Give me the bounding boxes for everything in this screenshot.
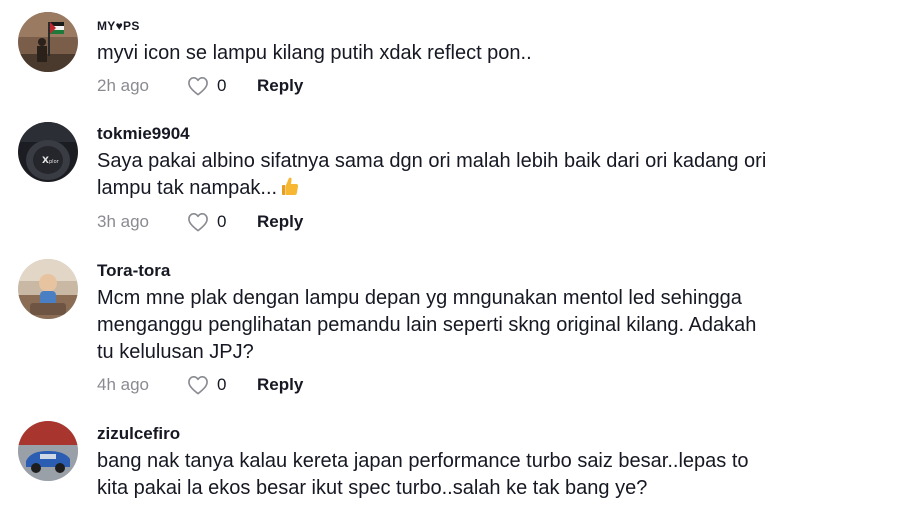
comment-text-line: lampu tak nampak...	[97, 175, 797, 204]
avatar[interactable]	[18, 12, 78, 72]
comment-username[interactable]: zizulcefiro	[97, 424, 180, 444]
comment-text-line: bang nak tanya kalau kereta japan perfor…	[97, 450, 749, 472]
comment-text-line: kita pakai la ekos besar ikut spec turbo…	[97, 477, 648, 499]
comment-text: bang nak tanya kalau kereta japan perfor…	[97, 448, 797, 502]
like-count: 0	[217, 76, 227, 95]
comment-username[interactable]: MY♥PS	[97, 19, 140, 33]
svg-text:plor: plor	[49, 159, 60, 165]
reply-button[interactable]: Reply	[257, 76, 303, 96]
comment-text-line: myvi icon se lampu kilang putih xdak ref…	[97, 42, 532, 64]
comment-text-line: Mcm mne plak dengan lampu depan yg mngun…	[97, 287, 742, 309]
comment-text-line: tu kelulusan JPJ?	[97, 341, 254, 363]
comment-time: 3h ago	[97, 212, 149, 231]
comment-text-fragment: lampu tak nampak...	[97, 177, 278, 199]
avatar[interactable]	[18, 259, 78, 319]
avatar[interactable]	[18, 421, 78, 481]
comment-text-line: Saya pakai albino sifatnya sama dgn ori …	[97, 150, 767, 172]
like-button[interactable]: 0	[187, 212, 257, 232]
comment-text: Mcm mne plak dengan lampu depan yg mngun…	[97, 285, 797, 366]
thumbs-up-emoji-icon	[281, 176, 299, 204]
comment-username[interactable]: tokmie9904	[97, 124, 190, 144]
heart-outline-icon	[188, 376, 208, 395]
like-button[interactable]: 0	[187, 76, 257, 96]
comment-time: 2h ago	[97, 76, 149, 95]
svg-text:X: X	[42, 156, 49, 166]
comment-text-line: menganggu penglihatan pemandu lain seper…	[97, 314, 757, 336]
heart-outline-icon	[188, 213, 208, 232]
comment-meta: 3h ago 0 Reply	[97, 210, 303, 234]
comment-meta: 2h ago 0 Reply	[97, 74, 303, 98]
heart-outline-icon	[188, 77, 208, 96]
comment-text: myvi icon se lampu kilang putih xdak ref…	[97, 40, 797, 67]
avatar[interactable]: X plor	[18, 122, 78, 182]
like-count: 0	[217, 212, 227, 231]
like-count: 0	[217, 375, 227, 394]
reply-button[interactable]: Reply	[257, 375, 303, 395]
comment-meta: 4h ago 0 Reply	[97, 373, 303, 397]
comment-username[interactable]: Tora-tora	[97, 261, 170, 281]
reply-button[interactable]: Reply	[257, 212, 303, 232]
like-button[interactable]: 0	[187, 375, 257, 395]
comment-time: 4h ago	[97, 375, 149, 394]
comment-text: Saya pakai albino sifatnya sama dgn ori …	[97, 148, 797, 204]
